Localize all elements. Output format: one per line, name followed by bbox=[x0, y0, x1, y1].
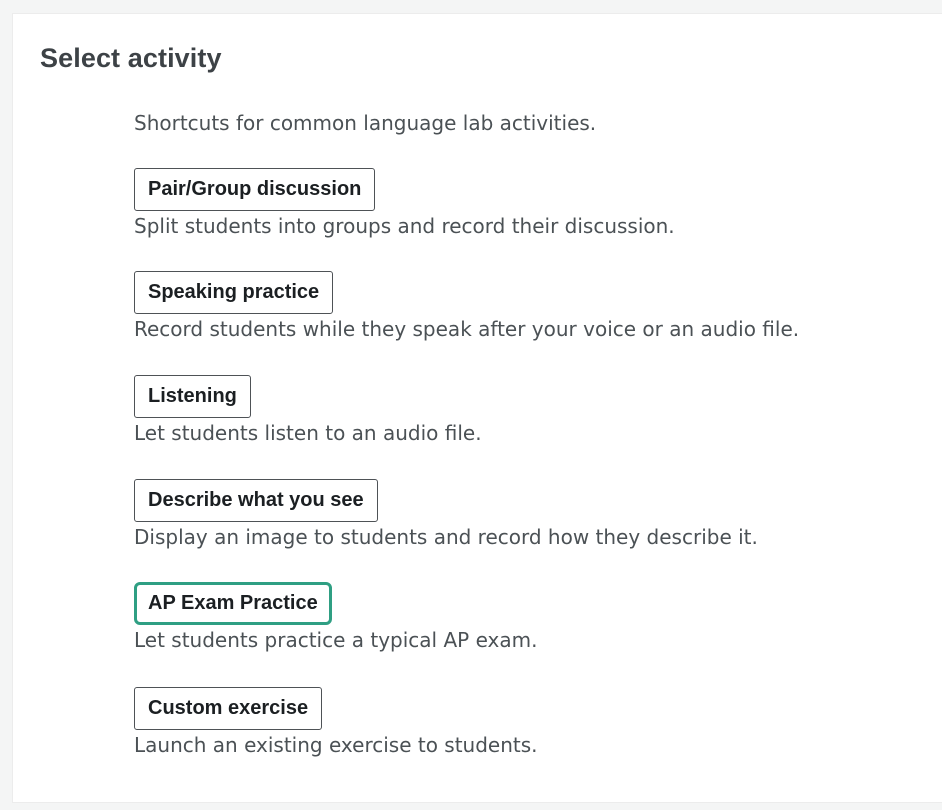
speaking-practice-button[interactable]: Speaking practice bbox=[134, 271, 334, 314]
activity-item: AP Exam Practice Let students practice a… bbox=[134, 582, 537, 652]
activity-item: Speaking practice Record students while … bbox=[134, 271, 799, 341]
activity-description: Split students into groups and record th… bbox=[134, 214, 675, 238]
pair-group-discussion-button[interactable]: Pair/Group discussion bbox=[134, 168, 376, 211]
activity-description: Record students while they speak after y… bbox=[134, 317, 800, 341]
activity-description: Let students listen to an audio file. bbox=[134, 421, 482, 445]
activity-item: Custom exercise Launch an existing exerc… bbox=[134, 687, 538, 757]
activity-description: Display an image to students and record … bbox=[134, 525, 758, 549]
select-activity-panel: Select activity Shortcuts for common lan… bbox=[12, 13, 942, 803]
subtitle: Shortcuts for common language lab activi… bbox=[134, 111, 597, 135]
activity-description: Let students practice a typical AP exam. bbox=[134, 628, 538, 652]
describe-what-you-see-button[interactable]: Describe what you see bbox=[134, 479, 378, 522]
activity-item: Describe what you see Display an image t… bbox=[134, 479, 758, 549]
activity-item: Pair/Group discussion Split students int… bbox=[134, 168, 675, 238]
listening-button[interactable]: Listening bbox=[134, 375, 251, 418]
custom-exercise-button[interactable]: Custom exercise bbox=[134, 687, 323, 730]
activity-item: Listening Let students listen to an audi… bbox=[134, 375, 482, 445]
page-title: Select activity bbox=[40, 43, 222, 73]
activity-description: Launch an existing exercise to students. bbox=[134, 733, 538, 757]
ap-exam-practice-button[interactable]: AP Exam Practice bbox=[134, 582, 332, 625]
